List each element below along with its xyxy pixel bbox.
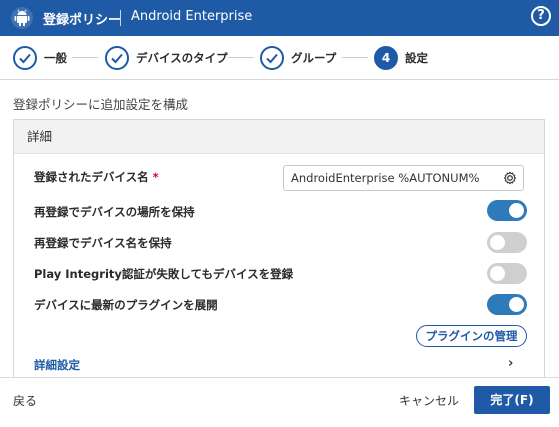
toggle-label-keep-name: 再登録でデバイス名を保持 bbox=[34, 236, 172, 250]
toggle-keep-name[interactable] bbox=[487, 232, 527, 253]
step-number-badge: 4 bbox=[374, 46, 398, 70]
header-bar: 登録ポリシー Android Enterprise ? bbox=[0, 0, 559, 36]
step-connector bbox=[228, 57, 254, 58]
device-name-input[interactable]: AndroidEnterprise %AUTONUM% bbox=[283, 165, 524, 191]
back-button[interactable]: 戻る bbox=[13, 392, 37, 409]
page-title: 登録ポリシー bbox=[43, 13, 122, 28]
step-label: 設定 bbox=[405, 51, 428, 65]
step-label: デバイスのタイプ bbox=[136, 51, 228, 65]
section-intro-text: 登録ポリシーに追加設定を構成 bbox=[13, 97, 189, 112]
finish-button[interactable]: 完了(F) bbox=[474, 386, 550, 414]
device-name-value: AndroidEnterprise %AUTONUM% bbox=[291, 171, 480, 185]
toggle-knob bbox=[509, 297, 524, 312]
toggle-label-keep-location: 再登録でデバイスの場所を保持 bbox=[34, 205, 195, 219]
chevron-right-icon[interactable]: › bbox=[508, 356, 513, 371]
toggle-label-play-integrity: Play Integrity認証が失敗してもデバイスを登録 bbox=[34, 267, 294, 281]
gear-icon[interactable] bbox=[503, 171, 517, 185]
toggle-deploy-plugin[interactable] bbox=[487, 294, 527, 315]
title-divider bbox=[120, 10, 121, 26]
step-label: グループ bbox=[291, 51, 337, 65]
cancel-button[interactable]: キャンセル bbox=[399, 392, 459, 409]
help-icon[interactable]: ? bbox=[531, 6, 551, 26]
step-general[interactable]: 一般 bbox=[13, 46, 67, 70]
advanced-settings-link[interactable]: 詳細設定 bbox=[34, 357, 80, 373]
step-connector bbox=[342, 57, 368, 58]
footer-bar: 戻る キャンセル 完了(F) bbox=[0, 377, 559, 427]
toggle-knob bbox=[509, 203, 524, 218]
device-name-label-text: 登録されたデバイス名 bbox=[34, 170, 149, 184]
check-icon bbox=[105, 46, 129, 70]
step-connector bbox=[72, 57, 98, 58]
panel-title: 詳細 bbox=[14, 120, 544, 154]
step-device-type[interactable]: デバイスのタイプ bbox=[105, 46, 228, 70]
page-subtitle: Android Enterprise bbox=[131, 9, 253, 24]
check-icon bbox=[13, 46, 37, 70]
required-mark: * bbox=[152, 170, 159, 184]
step-groups[interactable]: グループ bbox=[260, 46, 336, 70]
toggle-knob bbox=[490, 266, 505, 281]
step-settings[interactable]: 4 設定 bbox=[374, 46, 428, 70]
wizard-stepper: 一般 デバイスのタイプ グループ 4 設定 bbox=[0, 36, 559, 80]
manage-plugins-button[interactable]: プラグインの管理 bbox=[416, 325, 527, 347]
details-panel: 詳細 登録されたデバイス名 * AndroidEnterprise %AUTON… bbox=[13, 119, 545, 381]
check-icon bbox=[260, 46, 284, 70]
device-name-label: 登録されたデバイス名 * bbox=[34, 169, 159, 185]
toggle-label-deploy-plugin: デバイスに最新のプラグインを展開 bbox=[34, 298, 218, 312]
toggle-knob bbox=[490, 235, 505, 250]
toggle-keep-location[interactable] bbox=[487, 200, 527, 221]
toggle-play-integrity[interactable] bbox=[487, 263, 527, 284]
android-logo-icon bbox=[11, 7, 33, 29]
step-label: 一般 bbox=[44, 51, 67, 65]
